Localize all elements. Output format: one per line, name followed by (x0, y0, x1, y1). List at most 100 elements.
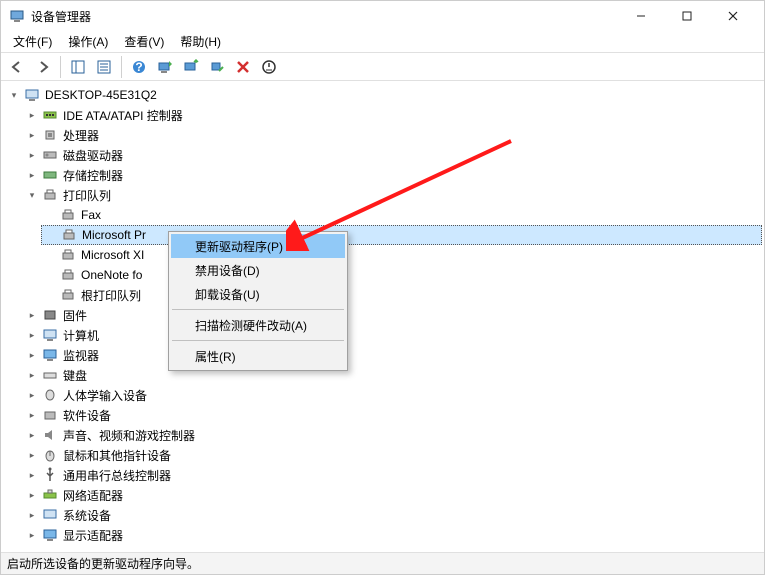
chevron-right-icon[interactable]: ▸ (25, 328, 39, 342)
printer-icon (61, 227, 77, 243)
properties-button[interactable] (92, 55, 116, 79)
tree-item-disk[interactable]: ▸ 磁盘驱动器 (23, 145, 762, 165)
tree-item-fax[interactable]: ▸Fax (41, 205, 762, 225)
enable-device-button[interactable] (205, 55, 229, 79)
chevron-down-icon[interactable]: ▾ (7, 88, 21, 102)
context-menu-scan-hardware[interactable]: 扫描检测硬件改动(A) (171, 313, 345, 337)
tree-item-monitor[interactable]: ▸ 监视器 (23, 345, 762, 365)
chevron-right-icon[interactable]: ▸ (25, 508, 39, 522)
nav-back-button[interactable] (5, 55, 29, 79)
chevron-right-icon[interactable]: ▸ (25, 148, 39, 162)
chevron-right-icon[interactable]: ▸ (25, 408, 39, 422)
context-menu-uninstall[interactable]: 卸载设备(U) (171, 282, 345, 306)
context-menu-properties[interactable]: 属性(R) (171, 344, 345, 368)
tree-item-ms-print-to-pdf[interactable]: ▸Microsoft Pr (41, 225, 762, 245)
statusbar: 启动所选设备的更新驱动程序向导。 (1, 552, 764, 574)
software-icon (42, 407, 58, 423)
scan-hardware-button[interactable] (153, 55, 177, 79)
tree-item-label: 计算机 (61, 327, 101, 344)
chevron-right-icon[interactable]: ▸ (25, 128, 39, 142)
tree-item-display[interactable]: ▸显示适配器 (23, 525, 762, 545)
tree-item-system[interactable]: ▸ 系统设备 (23, 505, 762, 525)
tree-item-label: OneNote fo (79, 268, 144, 282)
tree-item-onenote[interactable]: ▸OneNote fo (41, 265, 762, 285)
tree-item-label: 存储控制器 (61, 167, 125, 184)
update-driver-button[interactable] (179, 55, 203, 79)
uninstall-button[interactable] (231, 55, 255, 79)
menu-action[interactable]: 操作(A) (60, 31, 116, 52)
audio-icon (42, 427, 58, 443)
chevron-right-icon[interactable]: ▸ (25, 488, 39, 502)
printer-icon (60, 267, 76, 283)
toolbar-separator (121, 56, 122, 78)
tree-item-firmware[interactable]: ▸ 固件 (23, 305, 762, 325)
toolbar: ? (1, 53, 764, 81)
menu-view[interactable]: 查看(V) (116, 31, 172, 52)
context-menu-disable[interactable]: 禁用设备(D) (171, 258, 345, 282)
help-button[interactable]: ? (127, 55, 151, 79)
device-manager-window: 设备管理器 文件(F) 操作(A) 查看(V) 帮助(H) ? (0, 0, 765, 575)
tree-item-label: 磁盘驱动器 (61, 147, 125, 164)
chevron-right-icon[interactable]: ▸ (25, 108, 39, 122)
menubar: 文件(F) 操作(A) 查看(V) 帮助(H) (1, 31, 764, 53)
tree-item-ms-xps[interactable]: ▸Microsoft XI (41, 245, 762, 265)
chevron-right-icon[interactable]: ▸ (25, 308, 39, 322)
chevron-right-icon[interactable]: ▸ (25, 348, 39, 362)
chevron-right-icon[interactable]: ▸ (25, 428, 39, 442)
minimize-button[interactable] (618, 1, 664, 31)
monitor-icon (42, 347, 58, 363)
svg-text:?: ? (135, 60, 142, 74)
titlebar: 设备管理器 (1, 1, 764, 31)
window-title: 设备管理器 (31, 8, 618, 25)
chevron-right-icon[interactable]: ▸ (25, 168, 39, 182)
chevron-down-icon[interactable]: ▾ (25, 188, 39, 202)
tree-item-network[interactable]: ▸网络适配器 (23, 485, 762, 505)
tree-item-storage[interactable]: ▸ 存储控制器 (23, 165, 762, 185)
tree-item-software[interactable]: ▸软件设备 (23, 405, 762, 425)
ide-icon (42, 107, 58, 123)
tree-item-cpu[interactable]: ▸处理器 (23, 125, 762, 145)
tree-item-label: 键盘 (61, 367, 89, 384)
window-buttons (618, 1, 756, 31)
context-menu-update-driver[interactable]: 更新驱动程序(P) (171, 234, 345, 258)
computer-icon (42, 327, 58, 343)
chevron-right-icon[interactable]: ▸ (25, 368, 39, 382)
nav-forward-button[interactable] (31, 55, 55, 79)
chevron-right-icon[interactable]: ▸ (25, 388, 39, 402)
tree-item-hid[interactable]: ▸人体学输入设备 (23, 385, 762, 405)
menu-file[interactable]: 文件(F) (5, 31, 60, 52)
disable-button[interactable] (257, 55, 281, 79)
tree-root-label: DESKTOP-45E31Q2 (43, 88, 159, 102)
tree-item-mouse[interactable]: ▸ 鼠标和其他指针设备 (23, 445, 762, 465)
computer-icon (24, 87, 40, 103)
show-hide-tree-button[interactable] (66, 55, 90, 79)
tree-item-computer[interactable]: ▸ 计算机 (23, 325, 762, 345)
tree-item-label: 系统设备 (61, 507, 113, 524)
tree-item-label: 打印队列 (61, 187, 113, 204)
tree-item-label: Fax (79, 208, 103, 222)
tree-item-root-printqueue[interactable]: ▸根打印队列 (41, 285, 762, 305)
tree-item-audio[interactable]: ▸声音、视频和游戏控制器 (23, 425, 762, 445)
disk-icon (42, 147, 58, 163)
tree-item-keyboard[interactable]: ▸ 键盘 (23, 365, 762, 385)
context-menu: 更新驱动程序(P) 禁用设备(D) 卸载设备(U) 扫描检测硬件改动(A) 属性… (168, 231, 348, 371)
chevron-right-icon[interactable]: ▸ (25, 528, 39, 542)
firmware-icon (42, 307, 58, 323)
keyboard-icon (42, 367, 58, 383)
tree-item-usb[interactable]: ▸通用串行总线控制器 (23, 465, 762, 485)
tree-item-printqueue[interactable]: ▾ 打印队列 (23, 185, 762, 205)
tree-item-label: 监视器 (61, 347, 101, 364)
close-button[interactable] (710, 1, 756, 31)
tree-item-label: 鼠标和其他指针设备 (61, 447, 173, 464)
chevron-right-icon[interactable]: ▸ (25, 448, 39, 462)
cpu-icon (42, 127, 58, 143)
menu-help[interactable]: 帮助(H) (172, 31, 229, 52)
tree-item-label: 固件 (61, 307, 89, 324)
tree-root-computer[interactable]: ▾ DESKTOP-45E31Q2 (5, 85, 762, 105)
tree-item-label: 根打印队列 (79, 287, 143, 304)
tree-item-ide[interactable]: ▸IDE ATA/ATAPI 控制器 (23, 105, 762, 125)
context-menu-separator (172, 309, 344, 310)
chevron-right-icon[interactable]: ▸ (25, 468, 39, 482)
maximize-button[interactable] (664, 1, 710, 31)
storage-icon (42, 167, 58, 183)
